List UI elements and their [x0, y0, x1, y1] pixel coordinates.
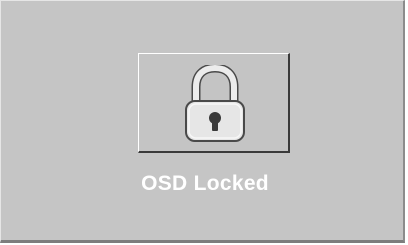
padlock-icon [183, 63, 247, 143]
osd-locked-dialog: OSD Locked [0, 0, 405, 243]
osd-status-label: OSD Locked [141, 172, 269, 195]
lock-icon-panel [138, 53, 290, 153]
